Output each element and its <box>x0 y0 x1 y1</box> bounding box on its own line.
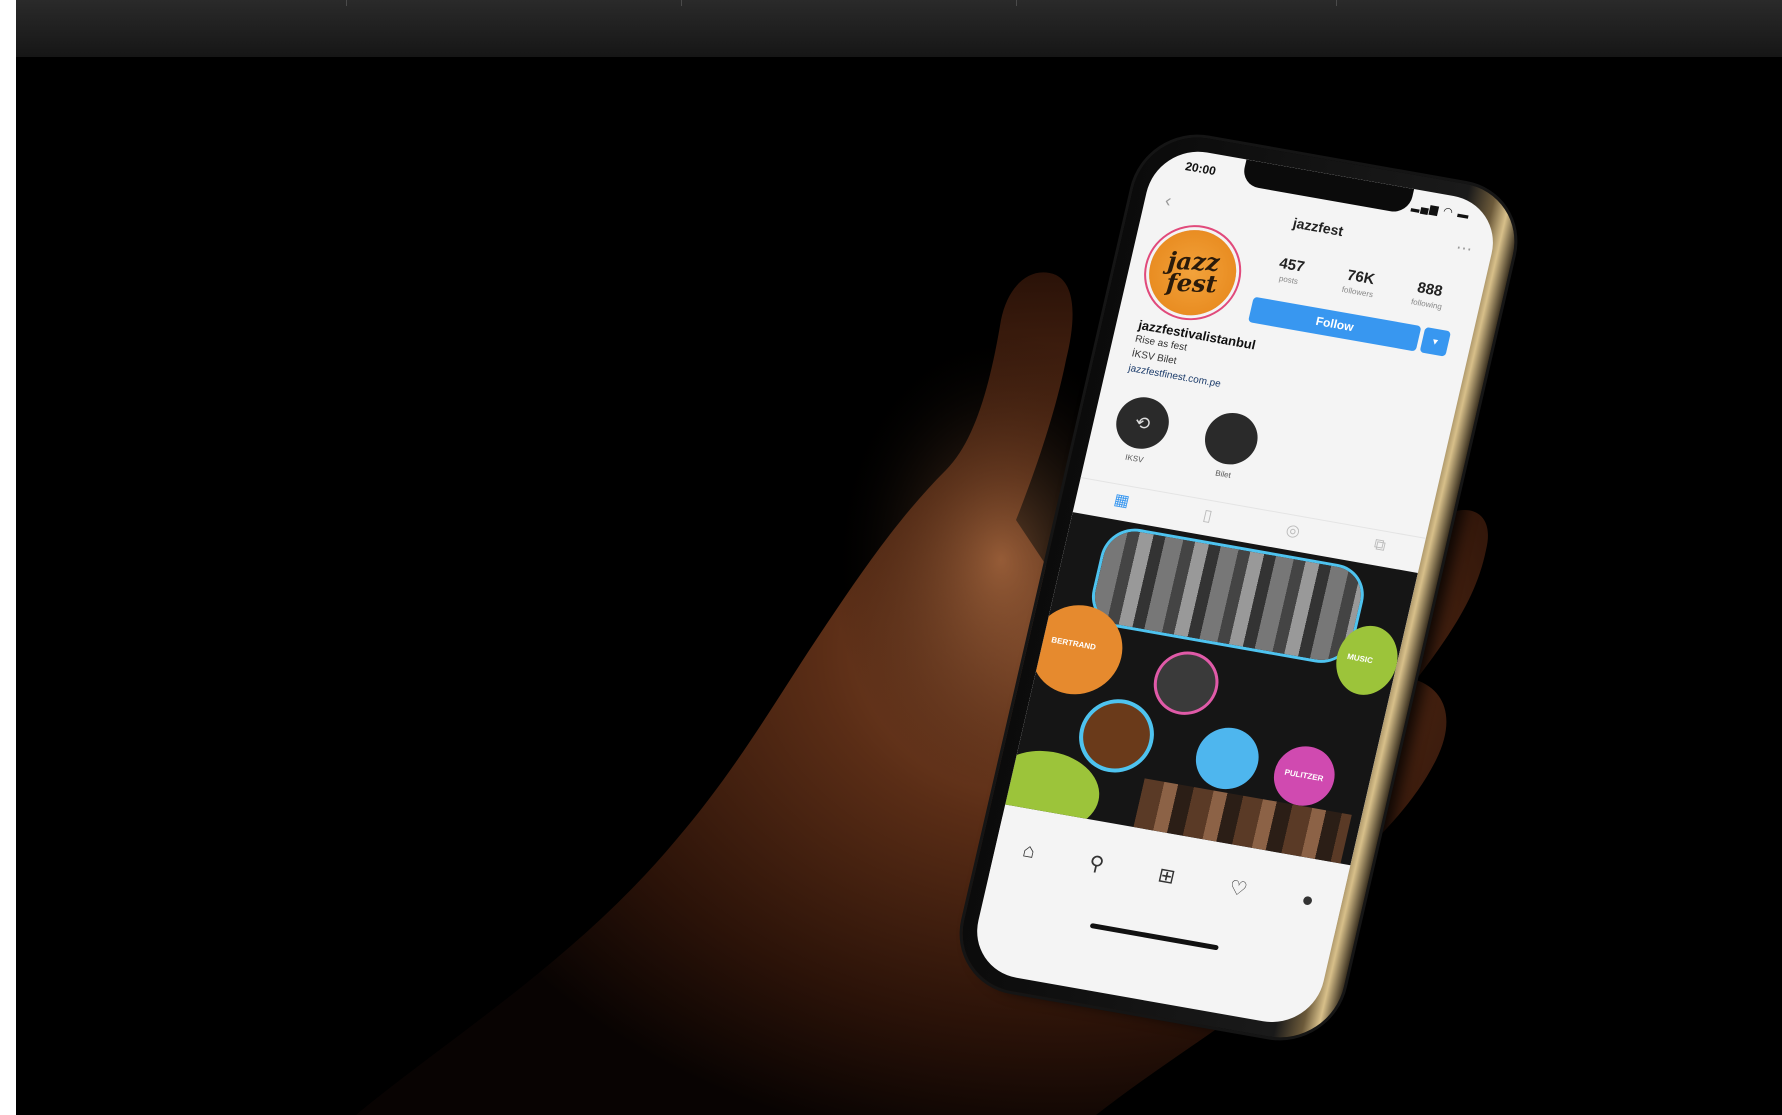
heart-icon[interactable]: ♡ <box>1227 874 1250 901</box>
home-icon[interactable]: ⌂ <box>1020 839 1038 864</box>
blue-ring-post[interactable] <box>1076 697 1157 774</box>
add-post-icon[interactable]: ⊞ <box>1156 862 1178 889</box>
igtv-tab-icon[interactable]: ▯ <box>1201 505 1214 526</box>
hand-illustration <box>356 272 1488 1115</box>
canvas: 20:00 ▂▄▆ ◠ ▬ ‹ jazzfest ⋯ jazz fest 457… <box>0 0 1782 1115</box>
suggested-dropdown-icon[interactable]: ▾ <box>1419 326 1452 357</box>
pink-ring-post[interactable] <box>1151 649 1222 717</box>
highlight-label: IKSV <box>1124 452 1145 465</box>
highlight-repeat-icon: ⟲ <box>1111 393 1175 453</box>
highlight-item[interactable]: ⟲ IKSV <box>1106 393 1176 468</box>
photograph: 20:00 ▂▄▆ ◠ ▬ ‹ jazzfest ⋯ jazz fest 457… <box>16 0 1782 1115</box>
highlight-cover <box>1199 408 1263 469</box>
stat-posts[interactable]: 457 posts <box>1258 252 1323 290</box>
search-icon[interactable]: ⚲ <box>1087 850 1107 877</box>
reels-tab-icon[interactable]: ◎ <box>1284 520 1302 542</box>
stat-followers[interactable]: 76K followers <box>1327 264 1392 302</box>
cyan-circle-post[interactable] <box>1189 722 1265 795</box>
tagged-tab-icon[interactable]: ⧉ <box>1372 536 1387 556</box>
post-grid[interactable]: BERTRAND MUSIC PULITZER <box>1005 512 1418 866</box>
profile-icon[interactable]: ● <box>1299 888 1316 913</box>
status-time: 20:00 <box>1183 159 1218 179</box>
avatar-logo-text: jazz fest <box>1165 246 1221 299</box>
highlight-label: Bilet <box>1214 468 1232 480</box>
grid-tab-icon[interactable]: ▦ <box>1112 489 1131 511</box>
home-indicator <box>1089 922 1219 951</box>
status-icons: ▂▄▆ ◠ ▬ <box>1410 200 1471 222</box>
profile-avatar[interactable]: jazz fest <box>1140 223 1245 323</box>
highlight-item[interactable]: Bilet <box>1194 408 1264 483</box>
stat-following[interactable]: 888 following <box>1396 276 1461 314</box>
story-highlights: ⟲ IKSV Bilet <box>1106 393 1265 484</box>
